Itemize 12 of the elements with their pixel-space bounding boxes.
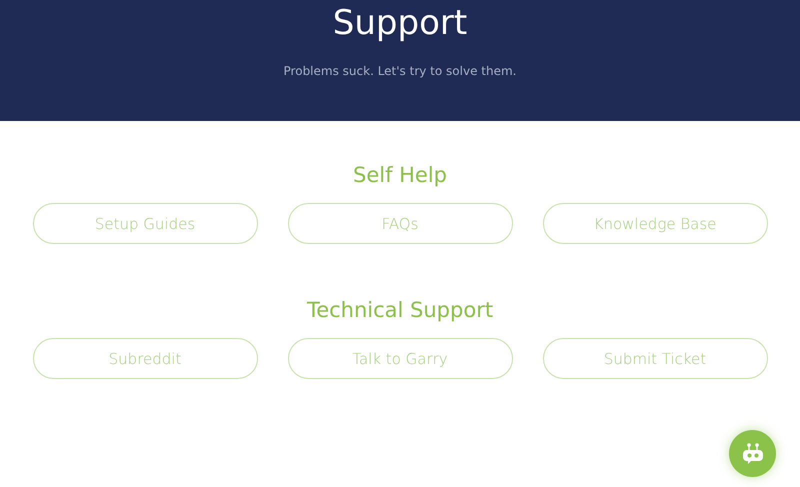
link-button[interactable]: Subreddit: [32, 338, 258, 379]
section-title: Technical Support: [306, 297, 494, 324]
section-title: Self Help: [352, 162, 448, 189]
link-button[interactable]: Submit Ticket: [542, 338, 768, 379]
chat-button[interactable]: [729, 430, 776, 477]
page-subtitle: Problems suck. Let's try to solve them.: [284, 64, 516, 78]
link-button[interactable]: FAQs: [288, 203, 512, 244]
robot-icon: [742, 442, 762, 464]
page-title: Support: [332, 2, 468, 44]
link-button[interactable]: Setup Guides: [32, 203, 258, 244]
link-button[interactable]: Knowledge Base: [542, 203, 768, 244]
link-button[interactable]: Talk to Garry: [288, 338, 512, 379]
